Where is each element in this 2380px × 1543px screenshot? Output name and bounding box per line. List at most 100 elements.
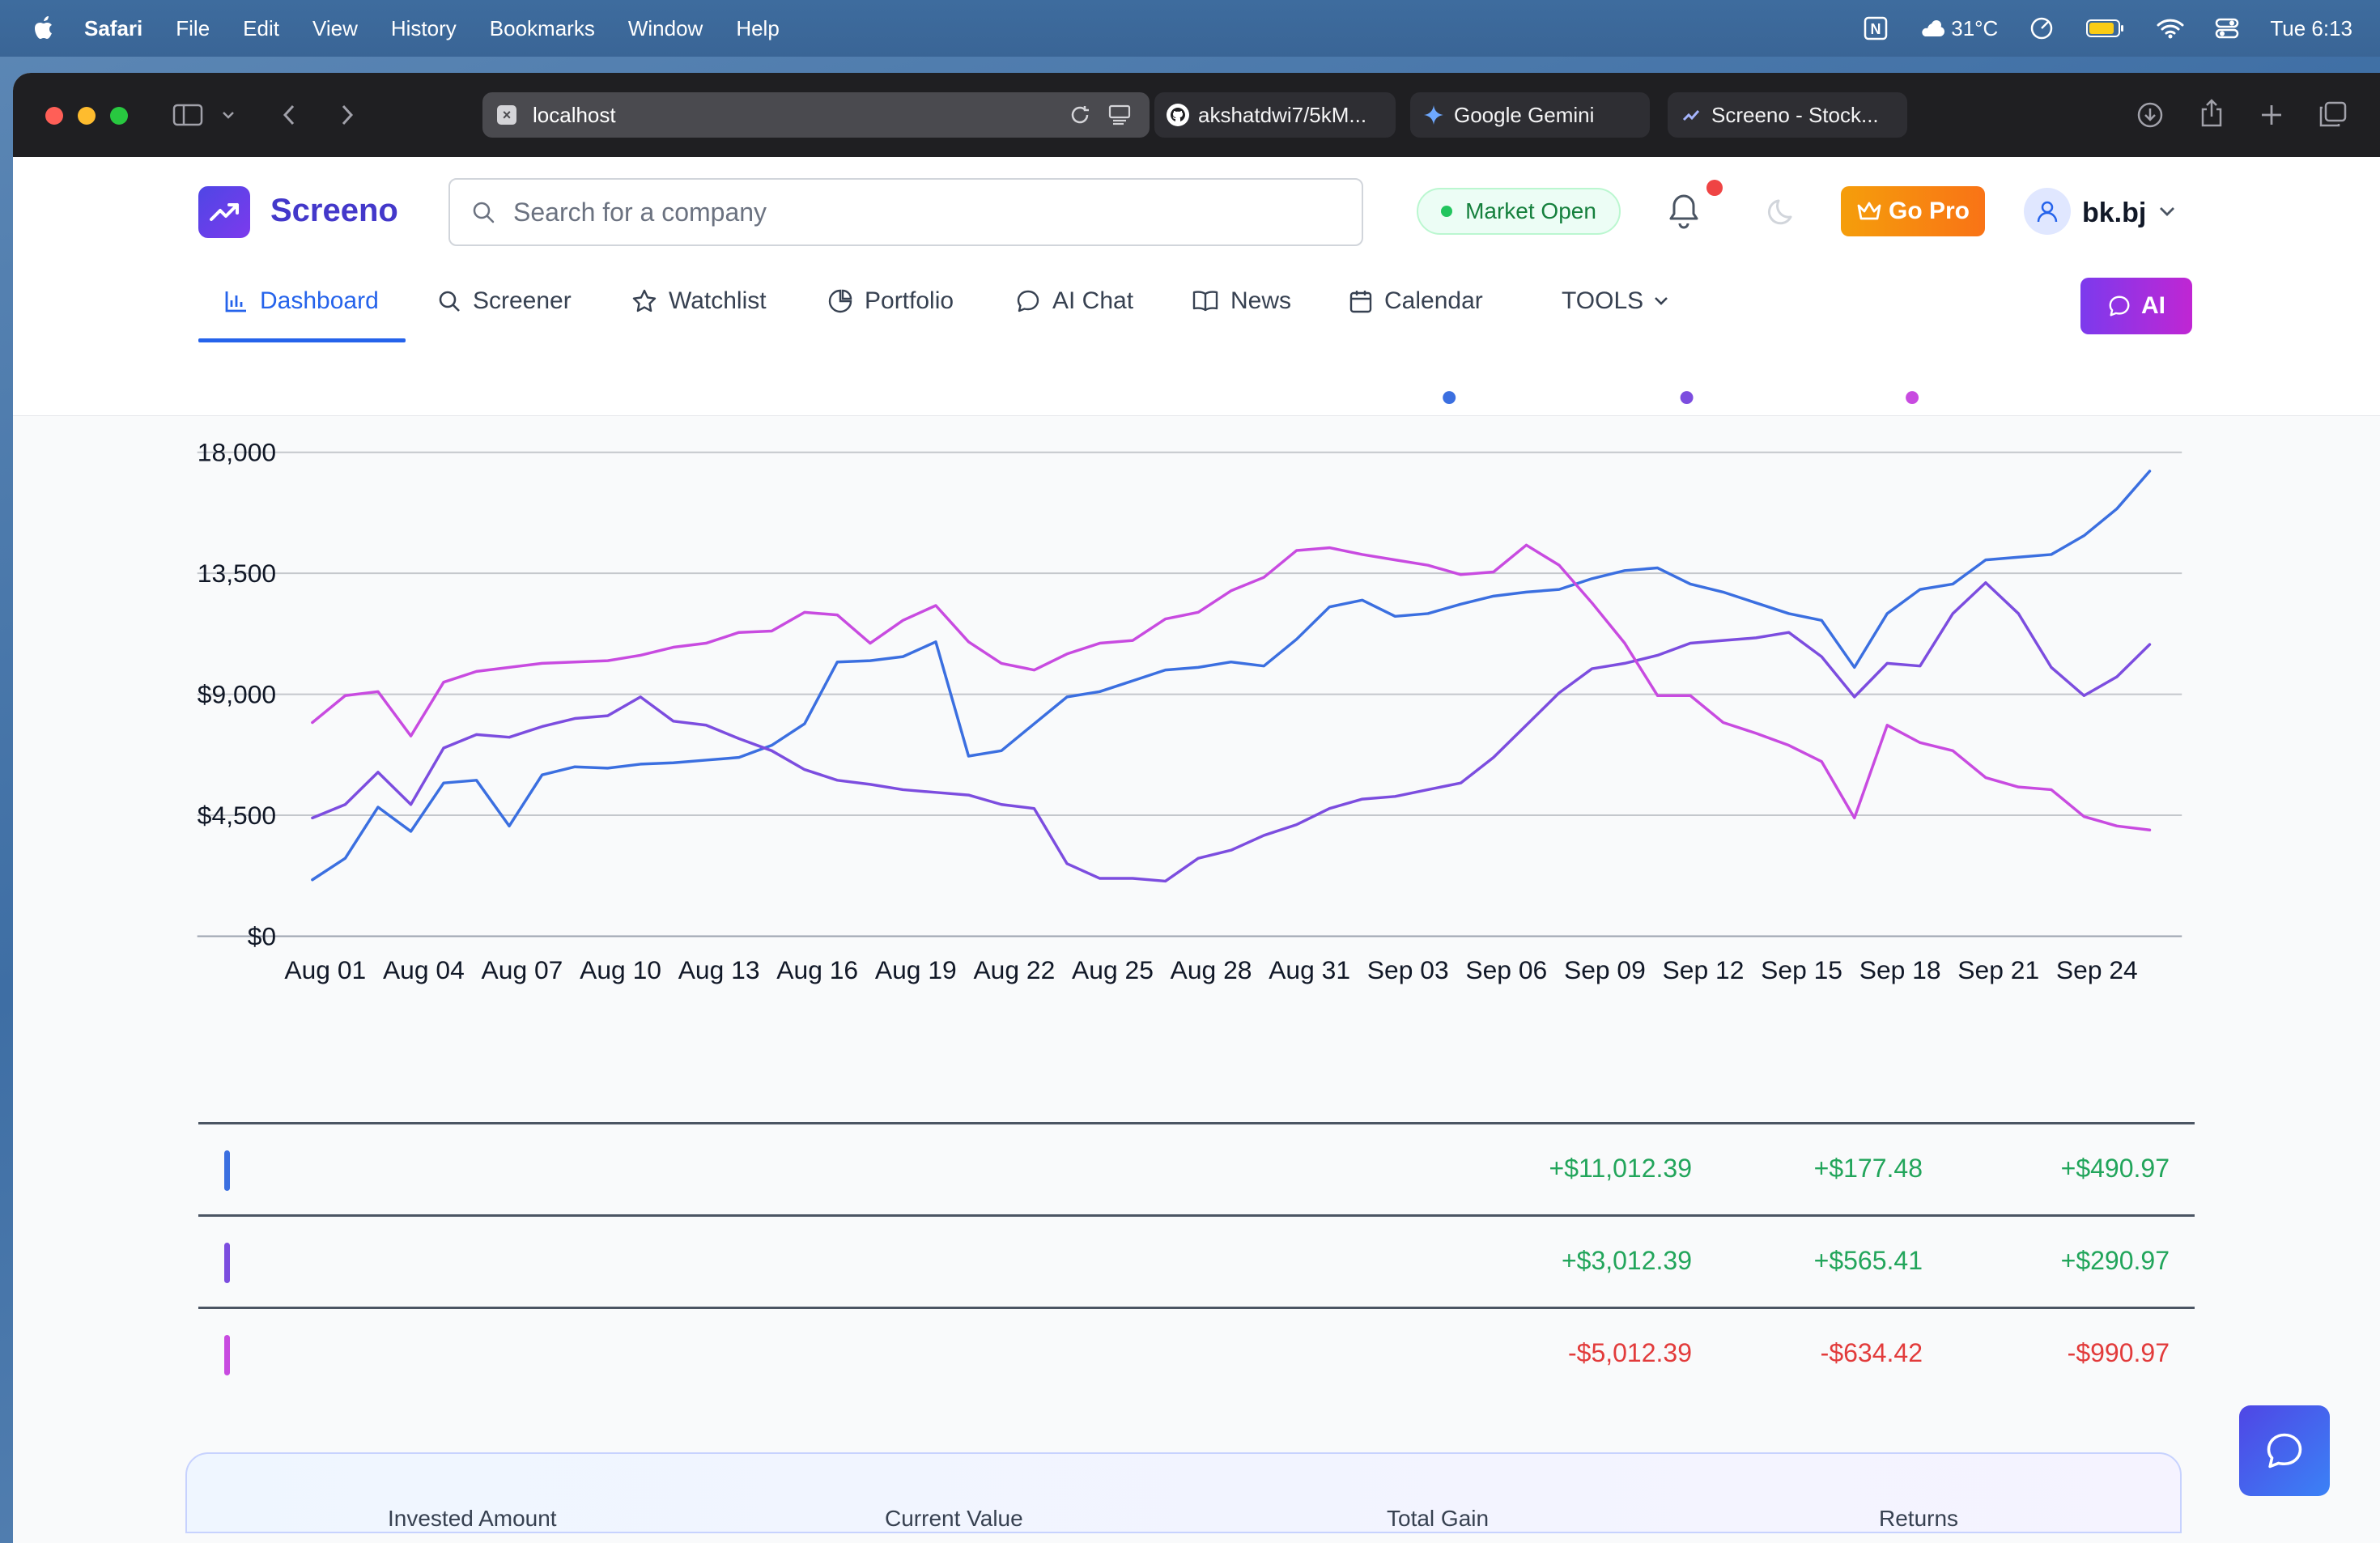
series-line-3 [311,543,2152,832]
cloud-sun-icon [1922,20,1945,36]
tab-overview-icon[interactable] [2317,100,2348,130]
zoom-window-button[interactable] [110,107,128,125]
holding-row[interactable]: +$11,012.39 +$177.48 +$490.97 [198,1122,2195,1214]
nav-screener[interactable]: Screener [437,259,572,343]
nav-label: News [1230,287,1292,314]
go-pro-button[interactable]: Go Pro [1841,186,1985,236]
notification-dot [1706,180,1723,196]
x-tick-label: Sep 12 [1663,955,1745,984]
menu-clock[interactable]: Tue 6:13 [2270,16,2352,41]
reload-icon[interactable] [1069,104,1091,132]
notification-bell-icon[interactable] [1666,193,1702,229]
battery-icon[interactable] [2085,18,2126,39]
x-tick-label: Sep 21 [1957,955,2039,984]
nav-label: Dashboard [260,287,379,314]
menu-help[interactable]: Help [736,16,779,41]
summary-invested-label: Invested Amount [388,1506,557,1531]
menu-view[interactable]: View [312,16,358,41]
share-icon[interactable] [2197,97,2226,130]
dark-mode-toggle-icon[interactable] [1766,196,1800,230]
holding-day-change: +$177.48 [1813,1154,1923,1183]
forward-arrow-icon[interactable] [335,100,359,130]
tab-gemini[interactable]: Google Gemini [1410,92,1650,138]
portfolio-summary-card: Invested Amount Current Value Total Gain… [185,1452,2182,1533]
chevron-down-icon[interactable] [220,104,236,126]
apple-logo-icon[interactable] [32,15,57,42]
control-center-icon[interactable] [2215,16,2239,40]
company-search-input[interactable]: Search for a company [448,178,1363,246]
screeno-favicon-icon [1679,103,1703,127]
y-tick-label: 18,000 [198,438,276,467]
weather-temp: 31°C [1951,15,1999,40]
x-tick-label: Sep 03 [1367,955,1449,984]
star-icon [631,288,657,314]
menu-window[interactable]: Window [628,16,703,41]
portfolio-line-chart: $0 $4,500 $9,000 13,500 18,000 Aug 01 Aug 04 Au… [197,391,2182,984]
holding-color-marker [224,1335,230,1375]
ai-assistant-button[interactable]: AI [2080,278,2192,334]
nav-watchlist[interactable]: Watchlist [631,259,767,343]
tab-github[interactable]: akshatdwi7/5kM... [1154,92,1396,138]
menu-edit[interactable]: Edit [243,16,279,41]
minimize-window-button[interactable] [78,107,96,125]
y-tick-label: $9,000 [198,680,276,709]
holding-color-marker [224,1243,230,1283]
new-tab-icon[interactable] [2257,100,2286,130]
chat-bubble-icon [2263,1430,2306,1472]
user-menu-chevron-icon[interactable] [2158,206,2176,221]
holding-gain: +$490.97 [2060,1154,2170,1183]
holding-gain: -$990.97 [2067,1338,2170,1367]
menu-history[interactable]: History [391,16,457,41]
tab-label: Screeno - Stock... [1711,102,1879,127]
holding-gain: +$290.97 [2060,1246,2170,1275]
x-tick-label: Aug 28 [1171,955,1252,984]
nav-dashboard[interactable]: Dashboard [224,259,379,343]
menu-file[interactable]: File [176,16,210,41]
x-tick-label: Aug 13 [678,955,760,984]
nav-tools[interactable]: TOOLS [1562,259,1681,343]
x-tick-label: Aug 16 [776,955,858,984]
holding-day-change: -$634.42 [1820,1338,1923,1367]
downloads-icon[interactable] [2136,100,2165,130]
browser-toolbar: × localhost akshatdwi7/5kM... Google Gem… [13,73,2380,157]
nav-news[interactable]: News [1192,259,1291,343]
nav-portfolio[interactable]: Portfolio [827,259,954,343]
address-bar[interactable]: × localhost [482,92,1150,138]
menu-bookmarks[interactable]: Bookmarks [490,16,595,41]
screeno-logo-icon[interactable] [198,186,250,238]
back-arrow-icon[interactable] [277,100,301,130]
bar-chart-icon [224,289,249,313]
close-window-button[interactable] [45,107,63,125]
focus-icon[interactable] [2029,15,2055,41]
nav-label: Watchlist [669,287,767,314]
user-avatar-icon[interactable] [2024,188,2071,235]
wifi-icon[interactable] [2157,18,2184,39]
weather-widget[interactable]: 31°C [1919,16,1998,41]
site-favicon-icon: × [497,105,516,125]
floating-chat-button[interactable] [2239,1405,2330,1496]
holding-row[interactable]: +$3,012.39 +$565.41 +$290.97 [198,1214,2195,1307]
svg-text:N: N [1871,21,1881,37]
book-icon [1192,289,1219,313]
app-logo-text[interactable]: Screeno [270,193,398,229]
tab-screeno[interactable]: Screeno - Stock... [1668,92,1907,138]
username-label[interactable]: bk.bj [2082,198,2146,229]
nav-calendar[interactable]: Calendar [1349,259,1483,343]
market-status-badge: Market Open [1417,188,1621,235]
holding-row[interactable]: -$5,012.39 -$634.42 -$990.97 [198,1307,2195,1399]
tab-label: akshatdwi7/5kM... [1198,102,1367,127]
nav-ai-chat[interactable]: AI Chat [1015,259,1133,343]
menu-app-name[interactable]: Safari [84,16,142,41]
reader-mode-icon[interactable] [1107,104,1132,132]
y-tick-label: 13,500 [198,559,276,588]
sidebar-toggle-icon[interactable] [172,100,204,130]
chevron-down-icon [1653,295,1669,307]
x-tick-label: Aug 01 [284,955,366,984]
x-tick-label: Aug 04 [383,955,465,984]
notion-icon[interactable]: N [1864,16,1888,40]
tab-label: Google Gemini [1454,102,1595,127]
holding-color-marker [224,1150,230,1191]
macos-menu-bar: Safari File Edit View History Bookmarks … [0,0,2380,57]
legend-marker [1443,391,1456,405]
x-tick-label: Sep 06 [1465,955,1547,984]
